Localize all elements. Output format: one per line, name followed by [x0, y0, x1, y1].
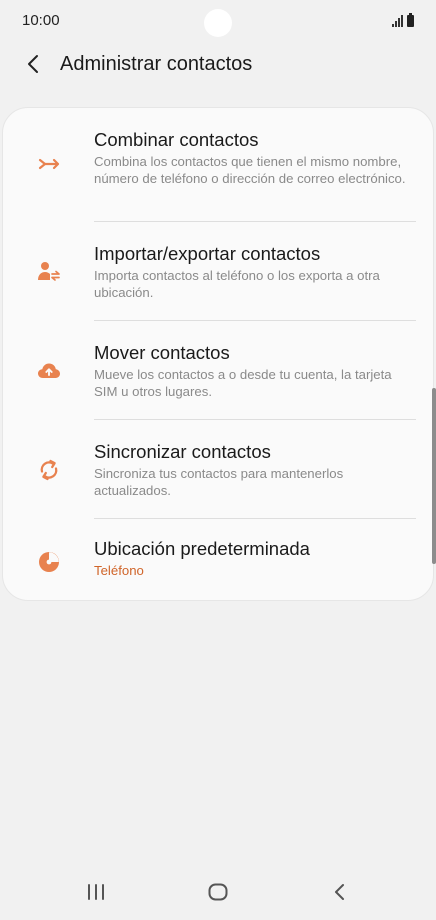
back-button[interactable]: [324, 880, 356, 904]
menu-item-ubicacion[interactable]: Ubicación predeterminada Teléfono: [3, 519, 435, 602]
default-location-icon: [39, 552, 59, 572]
item-subtitle: Importa contactos al teléfono o los expo…: [94, 268, 380, 300]
scroll-indicator[interactable]: [432, 388, 436, 564]
item-title: Sincronizar contactos: [94, 441, 271, 462]
import-export-icon: [38, 262, 60, 281]
menu-item-mover[interactable]: Mover contactos Mueve los contactos a o …: [3, 321, 435, 420]
recents-button[interactable]: [80, 880, 112, 904]
back-nav-icon: [335, 884, 344, 900]
page-title: Administrar contactos: [60, 53, 253, 75]
merge-icon: [38, 158, 60, 170]
app-header: Administrar contactos: [0, 44, 436, 88]
item-subtitle: Combina los contactos que tienen el mism…: [94, 154, 406, 186]
system-icons: [392, 13, 414, 27]
item-title: Combinar contactos: [94, 129, 259, 150]
cloud-upload-icon: [38, 363, 60, 378]
camera-cutout: [204, 9, 232, 37]
item-title: Importar/exportar contactos: [94, 243, 321, 264]
status-time: 10:00: [22, 12, 60, 29]
navigation-bar: [0, 864, 436, 920]
item-subtitle: Sincroniza tus contactos para mantenerlo…: [94, 466, 344, 498]
menu-item-importar[interactable]: Importar/exportar contactos Importa cont…: [3, 222, 435, 321]
status-bar: 10:00: [0, 0, 436, 40]
sync-icon: [40, 459, 58, 481]
settings-card: Combinar contactos Combina los contactos…: [2, 107, 434, 601]
item-title: Mover contactos: [94, 342, 230, 363]
item-title: Ubicación predeterminada: [94, 538, 310, 559]
recents-icon: [88, 884, 104, 900]
back-arrow-icon[interactable]: [22, 52, 46, 76]
battery-icon: [407, 13, 414, 27]
menu-item-sincronizar[interactable]: Sincronizar contactos Sincroniza tus con…: [3, 420, 435, 519]
item-subtitle: Teléfono: [94, 563, 144, 578]
signal-icon: [392, 15, 403, 27]
home-icon: [208, 883, 228, 901]
menu-item-combinar[interactable]: Combinar contactos Combina los contactos…: [3, 108, 435, 221]
item-subtitle: Mueve los contactos a o desde tu cuenta,…: [94, 367, 392, 399]
home-button[interactable]: [202, 880, 234, 904]
